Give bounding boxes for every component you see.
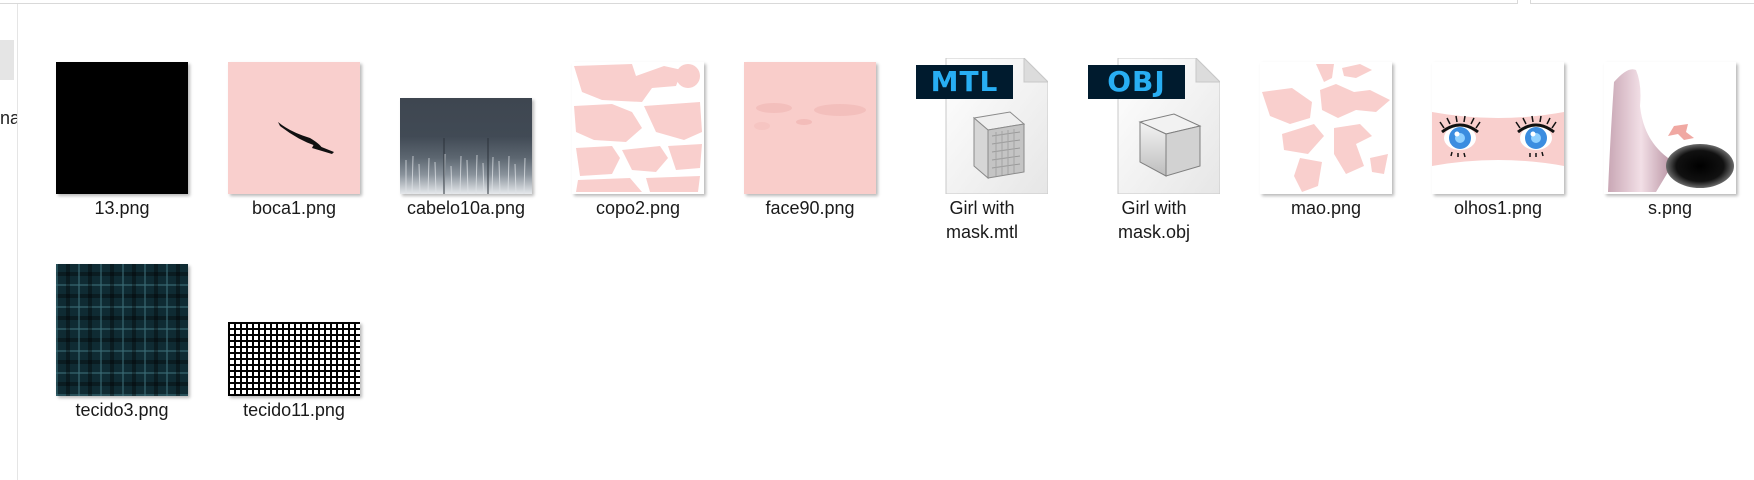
shoe-texture-thumbnail (1604, 62, 1736, 194)
file-thumbnail (1412, 34, 1584, 194)
file-thumbnail: OBJ (1068, 34, 1240, 194)
file-item[interactable]: tecido11.png (208, 222, 380, 420)
address-bar[interactable] (0, 0, 1518, 4)
file-list: 13.png boca1.png cabelo10a.png copo2.png… (30, 10, 1754, 480)
file-thumbnail (36, 236, 208, 396)
file-thumbnail (1240, 34, 1412, 194)
file-thumbnail (724, 34, 896, 194)
hair-texture-thumbnail (400, 98, 532, 194)
file-item[interactable]: s.png (1584, 20, 1754, 218)
file-item[interactable]: mao.png (1240, 20, 1412, 218)
mouth-texture-thumbnail (228, 62, 360, 194)
plaid-fabric-thumbnail (56, 264, 188, 396)
file-item[interactable]: boca1.png (208, 20, 380, 218)
file-name: copo2.png (595, 198, 681, 218)
file-name: tecido11.png (243, 400, 345, 420)
file-item[interactable]: cabelo10a.png (380, 20, 552, 218)
search-box[interactable] (1530, 0, 1754, 4)
body-texture-thumbnail (572, 62, 704, 194)
file-name: 13.png (94, 198, 150, 218)
face-texture-thumbnail (744, 62, 876, 194)
file-thumbnail (208, 34, 380, 194)
eyes-texture-thumbnail (1432, 62, 1564, 194)
file-type-badge: MTL (916, 65, 1013, 99)
file-name: face90.png (765, 198, 855, 218)
obj-file-icon: OBJ (1088, 58, 1220, 194)
file-thumbnail (208, 236, 380, 396)
file-item[interactable]: tecido3.png (36, 222, 208, 420)
file-item[interactable]: copo2.png (552, 20, 724, 218)
mtl-file-icon: MTL (916, 58, 1048, 194)
file-name: olhos1.png (1453, 198, 1543, 218)
file-name: tecido3.png (75, 400, 169, 420)
file-item[interactable]: 13.png (36, 20, 208, 218)
file-name: cabelo10a.png (406, 198, 526, 218)
navigation-pane[interactable]: na (0, 4, 18, 480)
mesh-fabric-thumbnail (228, 322, 360, 396)
file-thumbnail (36, 34, 208, 194)
file-item[interactable]: OBJ Girl with mask.obj (1068, 20, 1240, 242)
nav-selected-item[interactable] (0, 40, 14, 80)
file-thumbnail: MTL (896, 34, 1068, 194)
file-item[interactable]: olhos1.png (1412, 20, 1584, 218)
file-name: s.png (1647, 198, 1693, 218)
file-item[interactable]: face90.png (724, 20, 896, 218)
hand-texture-thumbnail (1260, 62, 1392, 194)
file-name: Girl with mask.mtl (946, 198, 1018, 242)
file-type-badge: OBJ (1088, 65, 1185, 99)
file-thumbnail (552, 34, 724, 194)
file-name: mao.png (1290, 198, 1362, 218)
file-name: boca1.png (251, 198, 337, 218)
black-image-thumbnail (56, 62, 188, 194)
file-item[interactable]: MTL Girl with mask.mtl (896, 20, 1068, 242)
nav-item-label: na (0, 108, 17, 128)
file-thumbnail (380, 34, 552, 194)
file-name: Girl with mask.obj (1117, 198, 1191, 242)
file-thumbnail (1584, 34, 1754, 194)
